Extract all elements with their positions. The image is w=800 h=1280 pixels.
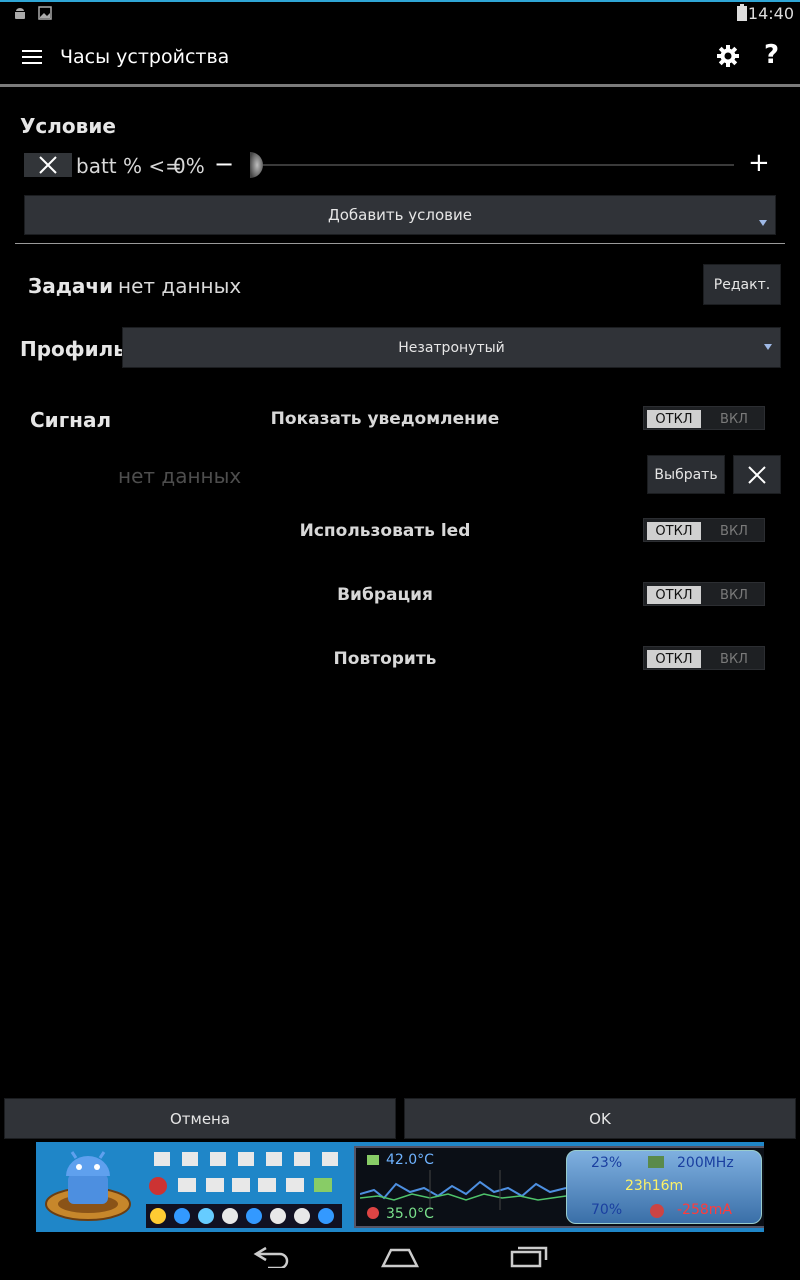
vibration-toggle[interactable]: ОТКЛ ВКЛ [643,582,765,606]
condition-heading: Условие [20,114,116,138]
toggle-off-state: ОТКЛ [647,410,701,428]
clear-sound-button[interactable] [733,455,781,494]
battery-temp-icon [367,1207,379,1219]
add-condition-dropdown[interactable]: Добавить условие [24,195,776,235]
cpu-load: 70% [591,1202,623,1218]
usage-graph [360,1170,567,1210]
condition-label: batt % <= [76,154,182,178]
section-divider [15,243,785,244]
close-icon [39,156,57,174]
battery-current: -258mA [677,1202,732,1218]
battery-percent: 23% [591,1155,623,1171]
remove-condition-button[interactable] [24,153,72,177]
toggle-on-state: ВКЛ [720,587,748,603]
flame-icon [650,1204,664,1218]
system-monitor-widget: 42.0°C 35.0°C 23% 200MHz 23h16m 70% -258… [354,1146,764,1228]
repeat-label: Повторить [333,649,437,669]
close-icon [748,465,766,484]
tasks-heading: Задачи [28,274,114,298]
show-notification-toggle[interactable]: ОТКЛ ВКЛ [643,406,765,430]
status-bubble: 23% 200MHz 23h16m 70% -258mA [566,1150,762,1224]
dropdown-arrow-icon [759,220,767,226]
toggle-off-state: ОТКЛ [647,522,701,540]
repeat-toggle[interactable]: ОТКЛ ВКЛ [643,646,765,670]
sound-value: нет данных [118,464,242,488]
help-icon[interactable]: ? [764,40,779,70]
toggle-on-state: ВКЛ [720,411,748,427]
widget-icons-grid [146,1152,342,1228]
cancel-button[interactable]: Отмена [4,1098,396,1139]
condition-slider-track[interactable] [256,164,734,166]
dropdown-arrow-icon [764,344,772,350]
profile-heading: Профиль [20,337,126,361]
clock-time: 14:40 [747,4,794,23]
cpu-icon [648,1156,664,1168]
battery-temperature: 35.0°C [386,1206,434,1222]
android-icon [15,8,25,19]
battery-icon [737,4,747,21]
profile-selected: Незатронутый [398,339,505,356]
navigation-bar [0,1232,800,1280]
choose-sound-button[interactable]: Выбрать [647,455,725,494]
ad-banner[interactable]: 42.0°C 35.0°C 23% 200MHz 23h16m 70% -258… [36,1142,764,1232]
decrement-button[interactable]: − [214,150,234,178]
use-led-toggle[interactable]: ОТКЛ ВКЛ [643,518,765,542]
chip-icon [367,1155,379,1165]
action-bar-divider [0,84,800,87]
toggle-on-state: ВКЛ [720,651,748,667]
cpu-temperature: 42.0°C [386,1152,434,1168]
ok-button[interactable]: OK [404,1098,796,1139]
increment-button[interactable]: + [748,148,770,178]
home-icon[interactable] [381,1246,419,1268]
gear-icon[interactable] [716,44,740,68]
edit-tasks-button[interactable]: Редакт. [703,264,781,305]
condition-slider-thumb[interactable] [240,150,266,180]
menu-icon[interactable] [22,50,42,64]
condition-value: 0% [173,154,205,178]
show-notification-label: Показать уведомление [270,409,500,429]
tasks-value: нет данных [118,274,242,298]
profile-dropdown[interactable]: Незатронутый [122,327,781,368]
cpu-frequency: 200MHz [677,1155,734,1171]
toggle-off-state: ОТКЛ [647,586,701,604]
image-icon [38,6,52,20]
recent-apps-icon[interactable] [510,1244,550,1268]
android-mascot-logo [45,1151,131,1221]
status-bar: 14:40 [0,2,800,26]
use-led-label: Использовать led [299,521,471,541]
signal-heading: Сигнал [30,408,112,432]
back-icon[interactable] [252,1246,292,1268]
page-title: Часы устройства [60,46,230,68]
add-condition-label: Добавить условие [328,206,472,224]
toggle-off-state: ОТКЛ [647,650,701,668]
toggle-on-state: ВКЛ [720,523,748,539]
vibration-label: Вибрация [337,585,433,605]
action-bar: Часы устройства ? [0,26,800,84]
uptime: 23h16m [625,1178,684,1194]
